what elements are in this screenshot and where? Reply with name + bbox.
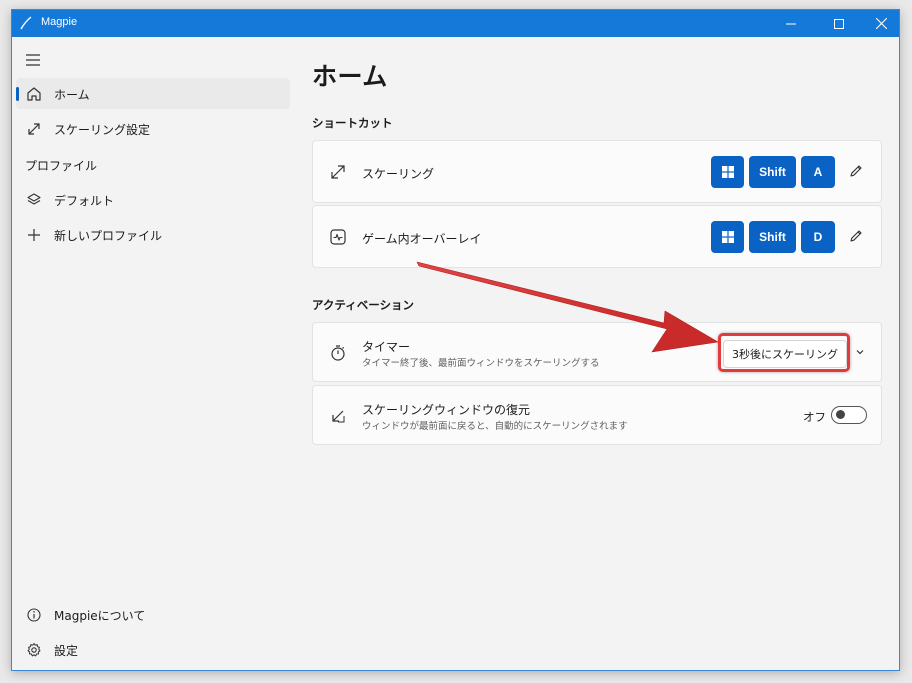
pencil-edit-icon[interactable] [848, 228, 864, 244]
shortcuts-header: ショートカット [312, 116, 393, 130]
sidebar-item-settings[interactable]: 設定 [16, 634, 290, 665]
shortcut-label: スケーリング [362, 167, 435, 181]
toggle-knob [836, 410, 845, 419]
sidebar-item-label: Magpieについて [54, 609, 146, 623]
key-letter: A [801, 156, 835, 188]
close-button[interactable] [859, 10, 899, 37]
stopwatch-icon [331, 345, 345, 361]
maximize-button[interactable] [817, 10, 861, 37]
sidebar-item-label: 設定 [54, 644, 79, 658]
sidebar-item-label: ホーム [54, 88, 90, 102]
resize-icon [331, 165, 345, 179]
sidebar-item-about[interactable]: Magpieについて [16, 599, 290, 630]
info-icon [27, 608, 41, 622]
gear-icon [27, 643, 41, 657]
key-letter: D [801, 221, 835, 253]
timer-description: タイマー終了後、最前面ウィンドウをスケーリングする [362, 358, 600, 369]
key-windows [711, 156, 744, 188]
window-title: Magpie [41, 16, 78, 28]
pencil-edit-icon[interactable] [848, 163, 864, 179]
restore-description: ウィンドウが最前面に戻ると、自動的にスケーリングされます [362, 421, 628, 432]
profiles-header: プロファイル [25, 159, 98, 173]
app-window: Magpie ホーム スケーリング設定 プロファイル デフォルト 新しいプロファ… [11, 9, 900, 671]
activation-header: アクティベーション [312, 298, 415, 312]
pulse-monitor-icon [330, 229, 346, 245]
sidebar-item-home[interactable]: ホーム [16, 78, 290, 109]
layers-icon [27, 193, 41, 205]
key-shift: Shift [749, 221, 796, 253]
restore-toggle-switch[interactable] [831, 406, 867, 424]
arrow-down-left-icon [332, 410, 345, 423]
sidebar-item-scaling-settings[interactable]: スケーリング設定 [16, 113, 290, 144]
maximize-icon [834, 18, 844, 29]
magpie-logo-icon [20, 16, 32, 30]
timer-title: タイマー [362, 340, 411, 354]
title-bar[interactable]: Magpie [12, 10, 899, 37]
selection-indicator [16, 87, 19, 101]
close-icon [875, 18, 887, 29]
annotation-highlight-box [718, 333, 850, 372]
shortcut-card-overlay: ゲーム内オーバーレイ Shift D [312, 205, 882, 268]
plus-icon [28, 229, 40, 241]
home-icon [27, 87, 41, 101]
sidebar-item-label: デフォルト [54, 194, 115, 208]
windows-logo-icon [721, 231, 734, 243]
windows-logo-icon [721, 166, 734, 178]
restore-title: スケーリングウィンドウの復元 [362, 403, 531, 417]
hamburger-menu-icon[interactable] [25, 53, 41, 67]
restore-card: スケーリングウィンドウの復元 ウィンドウが最前面に戻ると、自動的にスケーリングさ… [312, 385, 882, 445]
sidebar-item-new-profile[interactable]: 新しいプロファイル [16, 219, 290, 250]
sidebar-item-label: 新しいプロファイル [54, 229, 163, 243]
minimize-button[interactable] [769, 10, 813, 37]
page-title: ホーム [312, 62, 388, 91]
timer-card: タイマー タイマー終了後、最前面ウィンドウをスケーリングする 3秒後にスケーリン… [312, 322, 882, 382]
sidebar-item-default-profile[interactable]: デフォルト [16, 184, 290, 215]
sidebar-item-label: スケーリング設定 [54, 123, 151, 137]
minimize-icon [786, 23, 796, 24]
resize-icon [28, 123, 40, 135]
chevron-down-icon[interactable] [855, 348, 865, 356]
shortcut-card-scaling: スケーリング Shift A [312, 140, 882, 203]
key-windows [711, 221, 744, 253]
toggle-state-label: オフ [803, 410, 826, 424]
key-shift: Shift [749, 156, 796, 188]
shortcut-label: ゲーム内オーバーレイ [362, 232, 482, 246]
